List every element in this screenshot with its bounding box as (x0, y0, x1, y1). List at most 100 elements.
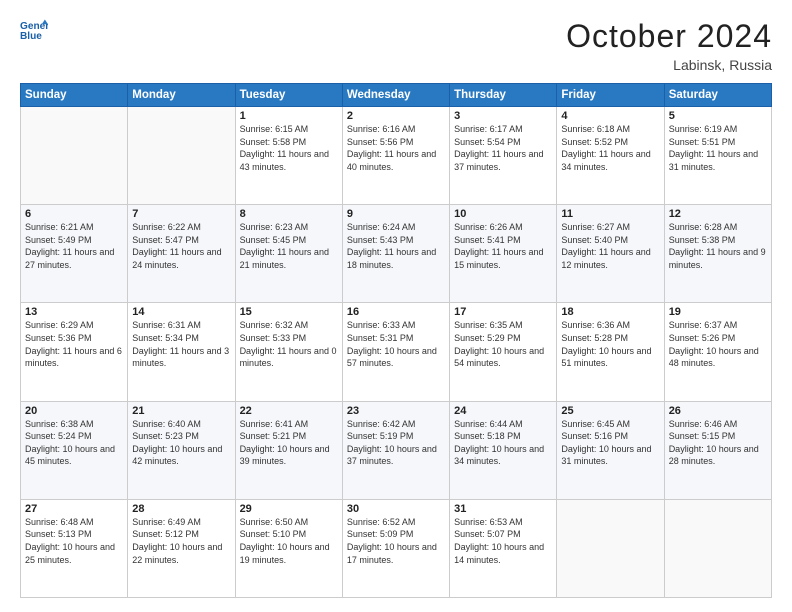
calendar-cell: 10Sunrise: 6:26 AM Sunset: 5:41 PM Dayli… (450, 205, 557, 303)
calendar-cell: 18Sunrise: 6:36 AM Sunset: 5:28 PM Dayli… (557, 303, 664, 401)
calendar-table: SundayMondayTuesdayWednesdayThursdayFrid… (20, 83, 772, 598)
day-number: 10 (454, 208, 552, 220)
day-number: 29 (240, 503, 338, 515)
day-info: Sunrise: 6:45 AM Sunset: 5:16 PM Dayligh… (561, 418, 659, 468)
location: Labinsk, Russia (566, 57, 772, 73)
calendar-cell: 31Sunrise: 6:53 AM Sunset: 5:07 PM Dayli… (450, 499, 557, 597)
day-number: 19 (669, 306, 767, 318)
calendar-cell: 9Sunrise: 6:24 AM Sunset: 5:43 PM Daylig… (342, 205, 449, 303)
calendar-cell: 13Sunrise: 6:29 AM Sunset: 5:36 PM Dayli… (21, 303, 128, 401)
calendar-cell: 16Sunrise: 6:33 AM Sunset: 5:31 PM Dayli… (342, 303, 449, 401)
day-number: 31 (454, 503, 552, 515)
calendar-cell: 6Sunrise: 6:21 AM Sunset: 5:49 PM Daylig… (21, 205, 128, 303)
calendar-cell: 24Sunrise: 6:44 AM Sunset: 5:18 PM Dayli… (450, 401, 557, 499)
day-info: Sunrise: 6:42 AM Sunset: 5:19 PM Dayligh… (347, 418, 445, 468)
calendar-cell: 22Sunrise: 6:41 AM Sunset: 5:21 PM Dayli… (235, 401, 342, 499)
day-info: Sunrise: 6:53 AM Sunset: 5:07 PM Dayligh… (454, 516, 552, 566)
calendar-cell: 25Sunrise: 6:45 AM Sunset: 5:16 PM Dayli… (557, 401, 664, 499)
weekday-header-tuesday: Tuesday (235, 84, 342, 107)
calendar-cell: 30Sunrise: 6:52 AM Sunset: 5:09 PM Dayli… (342, 499, 449, 597)
title-block: October 2024 Labinsk, Russia (566, 18, 772, 73)
calendar-cell: 4Sunrise: 6:18 AM Sunset: 5:52 PM Daylig… (557, 107, 664, 205)
day-info: Sunrise: 6:17 AM Sunset: 5:54 PM Dayligh… (454, 123, 552, 173)
calendar-cell: 28Sunrise: 6:49 AM Sunset: 5:12 PM Dayli… (128, 499, 235, 597)
day-number: 21 (132, 405, 230, 417)
day-info: Sunrise: 6:29 AM Sunset: 5:36 PM Dayligh… (25, 319, 123, 369)
calendar-cell: 17Sunrise: 6:35 AM Sunset: 5:29 PM Dayli… (450, 303, 557, 401)
day-number: 18 (561, 306, 659, 318)
calendar-cell: 20Sunrise: 6:38 AM Sunset: 5:24 PM Dayli… (21, 401, 128, 499)
day-number: 27 (25, 503, 123, 515)
week-row-5: 27Sunrise: 6:48 AM Sunset: 5:13 PM Dayli… (21, 499, 772, 597)
day-info: Sunrise: 6:38 AM Sunset: 5:24 PM Dayligh… (25, 418, 123, 468)
day-info: Sunrise: 6:26 AM Sunset: 5:41 PM Dayligh… (454, 221, 552, 271)
day-info: Sunrise: 6:23 AM Sunset: 5:45 PM Dayligh… (240, 221, 338, 271)
day-number: 11 (561, 208, 659, 220)
day-number: 23 (347, 405, 445, 417)
page: General Blue October 2024 Labinsk, Russi… (0, 0, 792, 612)
weekday-header-sunday: Sunday (21, 84, 128, 107)
calendar-cell: 29Sunrise: 6:50 AM Sunset: 5:10 PM Dayli… (235, 499, 342, 597)
day-number: 15 (240, 306, 338, 318)
week-row-1: 1Sunrise: 6:15 AM Sunset: 5:58 PM Daylig… (21, 107, 772, 205)
day-info: Sunrise: 6:24 AM Sunset: 5:43 PM Dayligh… (347, 221, 445, 271)
day-info: Sunrise: 6:37 AM Sunset: 5:26 PM Dayligh… (669, 319, 767, 369)
day-info: Sunrise: 6:44 AM Sunset: 5:18 PM Dayligh… (454, 418, 552, 468)
day-info: Sunrise: 6:32 AM Sunset: 5:33 PM Dayligh… (240, 319, 338, 369)
weekday-header-monday: Monday (128, 84, 235, 107)
day-info: Sunrise: 6:16 AM Sunset: 5:56 PM Dayligh… (347, 123, 445, 173)
calendar-cell: 5Sunrise: 6:19 AM Sunset: 5:51 PM Daylig… (664, 107, 771, 205)
day-info: Sunrise: 6:50 AM Sunset: 5:10 PM Dayligh… (240, 516, 338, 566)
day-number: 3 (454, 110, 552, 122)
calendar-cell (21, 107, 128, 205)
day-number: 12 (669, 208, 767, 220)
calendar-cell: 23Sunrise: 6:42 AM Sunset: 5:19 PM Dayli… (342, 401, 449, 499)
calendar-cell: 15Sunrise: 6:32 AM Sunset: 5:33 PM Dayli… (235, 303, 342, 401)
day-info: Sunrise: 6:35 AM Sunset: 5:29 PM Dayligh… (454, 319, 552, 369)
day-number: 16 (347, 306, 445, 318)
day-info: Sunrise: 6:41 AM Sunset: 5:21 PM Dayligh… (240, 418, 338, 468)
calendar-cell: 1Sunrise: 6:15 AM Sunset: 5:58 PM Daylig… (235, 107, 342, 205)
logo-icon: General Blue (20, 18, 48, 46)
weekday-header-wednesday: Wednesday (342, 84, 449, 107)
calendar-cell: 21Sunrise: 6:40 AM Sunset: 5:23 PM Dayli… (128, 401, 235, 499)
day-number: 25 (561, 405, 659, 417)
calendar-cell: 7Sunrise: 6:22 AM Sunset: 5:47 PM Daylig… (128, 205, 235, 303)
day-number: 6 (25, 208, 123, 220)
day-number: 30 (347, 503, 445, 515)
day-info: Sunrise: 6:52 AM Sunset: 5:09 PM Dayligh… (347, 516, 445, 566)
day-info: Sunrise: 6:48 AM Sunset: 5:13 PM Dayligh… (25, 516, 123, 566)
calendar-cell: 11Sunrise: 6:27 AM Sunset: 5:40 PM Dayli… (557, 205, 664, 303)
day-number: 5 (669, 110, 767, 122)
calendar-cell (557, 499, 664, 597)
day-number: 14 (132, 306, 230, 318)
day-info: Sunrise: 6:46 AM Sunset: 5:15 PM Dayligh… (669, 418, 767, 468)
weekday-header-row: SundayMondayTuesdayWednesdayThursdayFrid… (21, 84, 772, 107)
day-info: Sunrise: 6:22 AM Sunset: 5:47 PM Dayligh… (132, 221, 230, 271)
header: General Blue October 2024 Labinsk, Russi… (20, 18, 772, 73)
weekday-header-friday: Friday (557, 84, 664, 107)
day-number: 2 (347, 110, 445, 122)
day-number: 7 (132, 208, 230, 220)
day-info: Sunrise: 6:19 AM Sunset: 5:51 PM Dayligh… (669, 123, 767, 173)
calendar-cell: 12Sunrise: 6:28 AM Sunset: 5:38 PM Dayli… (664, 205, 771, 303)
day-number: 1 (240, 110, 338, 122)
calendar-cell: 3Sunrise: 6:17 AM Sunset: 5:54 PM Daylig… (450, 107, 557, 205)
day-info: Sunrise: 6:15 AM Sunset: 5:58 PM Dayligh… (240, 123, 338, 173)
calendar-cell (664, 499, 771, 597)
weekday-header-saturday: Saturday (664, 84, 771, 107)
calendar-cell: 19Sunrise: 6:37 AM Sunset: 5:26 PM Dayli… (664, 303, 771, 401)
svg-text:Blue: Blue (20, 31, 42, 42)
logo: General Blue (20, 18, 48, 46)
day-info: Sunrise: 6:49 AM Sunset: 5:12 PM Dayligh… (132, 516, 230, 566)
day-info: Sunrise: 6:18 AM Sunset: 5:52 PM Dayligh… (561, 123, 659, 173)
day-info: Sunrise: 6:27 AM Sunset: 5:40 PM Dayligh… (561, 221, 659, 271)
calendar-cell: 14Sunrise: 6:31 AM Sunset: 5:34 PM Dayli… (128, 303, 235, 401)
week-row-2: 6Sunrise: 6:21 AM Sunset: 5:49 PM Daylig… (21, 205, 772, 303)
calendar-cell: 2Sunrise: 6:16 AM Sunset: 5:56 PM Daylig… (342, 107, 449, 205)
calendar-cell: 8Sunrise: 6:23 AM Sunset: 5:45 PM Daylig… (235, 205, 342, 303)
weekday-header-thursday: Thursday (450, 84, 557, 107)
day-number: 4 (561, 110, 659, 122)
calendar-cell: 26Sunrise: 6:46 AM Sunset: 5:15 PM Dayli… (664, 401, 771, 499)
day-number: 26 (669, 405, 767, 417)
